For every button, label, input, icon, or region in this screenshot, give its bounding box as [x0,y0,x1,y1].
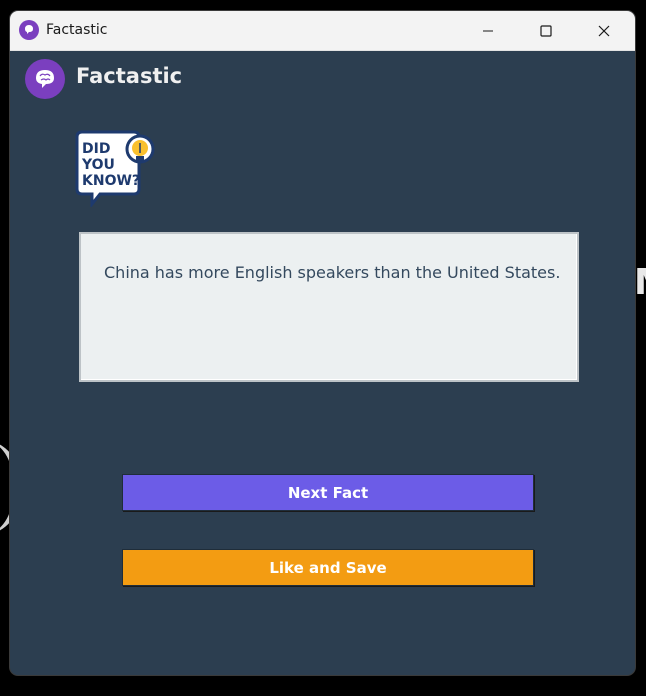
next-fact-button[interactable]: Next Fact [122,474,534,511]
maximize-icon [540,24,552,37]
minimize-icon [483,30,493,31]
close-button[interactable] [575,11,633,50]
badge-line-2: YOU [81,157,115,173]
window-title: Factastic [46,22,108,38]
app-header: Factastic [10,51,635,103]
badge-line-1: DID [82,141,110,157]
brain-icon [25,59,65,99]
fact-text: China has more English speakers than the… [104,263,561,282]
app-window: Factastic Factastic DID YOU KNOW? China … [10,11,635,675]
like-and-save-button[interactable]: Like and Save [122,549,534,586]
minimize-button[interactable] [459,11,517,50]
app-icon [19,20,39,40]
title-bar[interactable]: Factastic [10,11,635,51]
desktop: M Factastic [0,0,646,696]
maximize-button[interactable] [517,11,575,50]
badge-line-3: KNOW? [82,173,140,189]
fact-display: China has more English speakers than the… [79,232,579,382]
lightbulb-icon [125,134,155,164]
app-name-heading: Factastic [76,64,183,88]
did-you-know-badge: DID YOU KNOW? [75,130,155,207]
background-window-fragment: M [634,262,646,303]
close-icon [598,25,610,36]
